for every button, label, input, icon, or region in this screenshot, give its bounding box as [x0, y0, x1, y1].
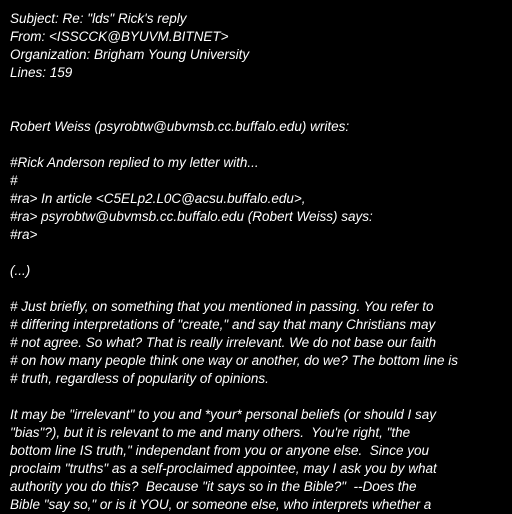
reply-line: "bias"?), but it is relevant to me and m… — [10, 425, 411, 440]
quoted-block-1: #Rick Anderson replied to my letter with… — [10, 154, 510, 244]
reply-line: Bible "say so," or is it YOU, or someone… — [10, 497, 432, 512]
quoted-block-2: # Just briefly, on something that you me… — [10, 298, 510, 388]
subject-line: Subject: Re: "lds" Rick's reply — [10, 11, 187, 26]
quoted-line: # Just briefly, on something that you me… — [10, 299, 434, 314]
message-body: Subject: Re: "lds" Rick's reply From: <I… — [10, 10, 510, 514]
lines-count-line: Lines: 159 — [10, 65, 73, 80]
quoted-line: #Rick Anderson replied to my letter with… — [10, 155, 259, 170]
quoted-line: #ra> psyrobtw@ubvmsb.cc.buffalo.edu (Rob… — [10, 209, 373, 224]
attribution-line: Robert Weiss (psyrobtw@ubvmsb.cc.buffalo… — [10, 119, 350, 134]
organization-line: Organization: Brigham Young University — [10, 47, 250, 62]
quoted-line: # truth, regardless of popularity of opi… — [10, 371, 269, 386]
reply-line: authority you do this? Because "it says … — [10, 479, 417, 494]
quoted-line: # differing interpretations of "create,"… — [10, 317, 436, 332]
quoted-line: #ra> — [10, 227, 38, 242]
from-line: From: <ISSCCK@BYUVM.BITNET> — [10, 29, 229, 44]
quoted-line: # on how many people think one way or an… — [10, 353, 459, 368]
reply-line: It may be "irrelevant" to you and *your*… — [10, 407, 437, 422]
reply-paragraph: It may be "irrelevant" to you and *your*… — [10, 406, 510, 514]
ellipsis-line: (...) — [10, 263, 31, 278]
quoted-line: # — [10, 173, 18, 188]
reply-line: proclaim "truths" as a self-proclaimed a… — [10, 461, 437, 476]
reply-line: bottom line IS truth," independant from … — [10, 443, 430, 458]
quoted-line: # not agree. So what? That is really irr… — [10, 335, 436, 350]
message-header: Subject: Re: "lds" Rick's reply From: <I… — [10, 10, 510, 82]
quoted-line: #ra> In article <C5ELp2.L0C@acsu.buffalo… — [10, 191, 306, 206]
